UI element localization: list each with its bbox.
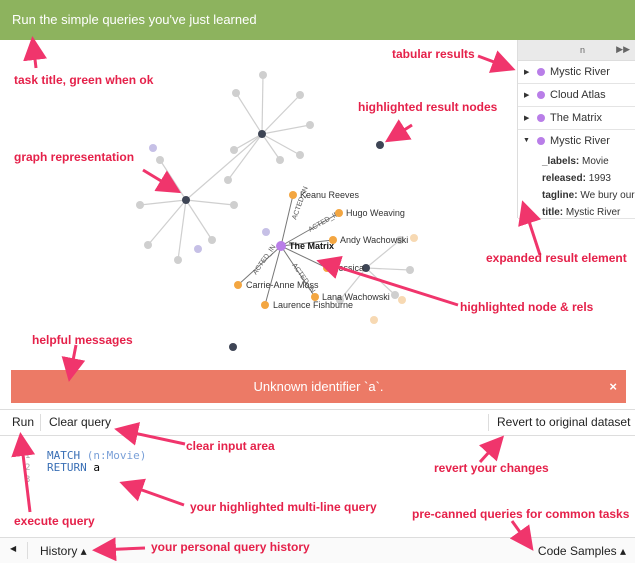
annotation-clear: clear input area	[186, 439, 275, 453]
annotation-result-nodes: highlighted result nodes	[358, 100, 498, 114]
line-number: 2	[25, 463, 31, 473]
expanded-result-row[interactable]: ▼ Mystic River _labels: Movie released: …	[518, 130, 635, 219]
annotation-task-title: task title, green when ok	[14, 73, 154, 87]
code-line: RETURN a	[47, 461, 100, 474]
history-button[interactable]: History ▴	[40, 544, 87, 558]
annotation-tabular: tabular results	[392, 47, 475, 61]
property-key: title:	[542, 207, 564, 218]
fast-forward-icon[interactable]: ▶▶	[616, 44, 630, 55]
node-label: The Matrix	[289, 241, 334, 251]
expand-triangle-icon[interactable]: ▶	[524, 114, 529, 122]
query-toolbar: Run Clear query Revert to original datas…	[0, 409, 635, 436]
property-value: We bury our	[580, 190, 635, 201]
results-table: n ▶▶ ▶ Mystic River ▶ Cloud Atlas ▶ The …	[517, 40, 635, 219]
annotation-revert: revert your changes	[434, 461, 549, 475]
clear-query-button[interactable]: Clear query	[49, 410, 111, 435]
task-title: Run the simple queries you've just learn…	[12, 12, 257, 27]
revert-dataset-button[interactable]: Revert to original dataset	[497, 410, 630, 435]
node-label: Andy Wachowski	[340, 235, 408, 245]
node-label: Jessica	[334, 263, 364, 273]
result-property: title: Mystic River	[542, 207, 620, 218]
result-property: _labels: Movie	[542, 156, 609, 167]
cypher-keyword: RETURN	[47, 461, 87, 474]
node-label: Carrie-Anne Moss	[246, 280, 319, 290]
run-button[interactable]: Run	[12, 410, 34, 435]
property-key: tagline:	[542, 190, 578, 201]
property-key: released:	[542, 173, 586, 184]
graph-node[interactable]	[258, 130, 266, 138]
property-key: _labels:	[542, 156, 580, 167]
annotation-expanded: expanded result element	[486, 251, 627, 265]
annotation-node-rels: highlighted node & rels	[460, 300, 594, 314]
bottom-bar: ◀ History ▴ Code Samples ▴	[0, 537, 635, 563]
results-header: n ▶▶	[518, 40, 635, 61]
highlighted-movie-node[interactable]	[276, 241, 286, 251]
annotation-graph: graph representation	[14, 150, 135, 164]
line-number: 1	[25, 451, 31, 461]
graph-node[interactable]	[182, 196, 190, 204]
node-label: Laurence Fishburne	[273, 300, 353, 310]
collapse-triangle-icon[interactable]: ▼	[523, 137, 530, 144]
error-message: Unknown identifier `a`.	[253, 379, 384, 394]
person-node	[335, 209, 343, 217]
expand-triangle-icon[interactable]: ▶	[524, 91, 529, 99]
result-row-label: The Matrix	[550, 112, 602, 124]
result-row-label: Mystic River	[550, 66, 610, 78]
property-value: Mystic River	[565, 207, 621, 218]
person-node	[323, 264, 331, 272]
annotation-multiline: your highlighted multi-line query	[190, 500, 377, 514]
annotation-execute: execute query	[14, 514, 95, 528]
result-property: tagline: We bury our	[542, 190, 635, 201]
result-row[interactable]: ▶ Mystic River	[518, 61, 635, 84]
code-samples-button[interactable]: Code Samples ▴	[538, 544, 626, 558]
result-row-label: Cloud Atlas	[550, 89, 606, 101]
node-label: Hugo Weaving	[346, 208, 405, 218]
task-title-bar: Run the simple queries you've just learn…	[0, 0, 635, 40]
movie-node-dot	[537, 114, 545, 122]
highlighted-result-node[interactable]	[229, 343, 237, 351]
query-editor[interactable]: 1 2 3 MATCH (n:Movie) RETURN a	[0, 436, 635, 536]
node-label: Keanu Reeves	[300, 190, 360, 200]
annotation-history: your personal query history	[151, 540, 310, 554]
expand-triangle-icon[interactable]: ▶	[524, 68, 529, 76]
collapse-left-icon[interactable]: ◀	[10, 544, 16, 553]
bottom-divider	[27, 542, 28, 559]
result-row[interactable]: ▶ The Matrix	[518, 107, 635, 130]
line-number: 3	[25, 475, 31, 485]
results-column-header: n	[580, 45, 586, 55]
person-node	[289, 191, 297, 199]
result-property: released: 1993	[542, 173, 611, 184]
toolbar-divider	[488, 414, 489, 431]
movie-node-dot	[537, 91, 545, 99]
person-node	[261, 301, 269, 309]
close-icon[interactable]: ×	[609, 370, 617, 403]
property-value: 1993	[588, 173, 611, 184]
annotation-helpful: helpful messages	[32, 333, 133, 347]
movie-node-dot	[537, 68, 545, 76]
result-row[interactable]: ▶ Cloud Atlas	[518, 84, 635, 107]
toolbar-divider	[40, 414, 41, 431]
result-row-label: Mystic River	[550, 135, 610, 147]
movie-node-dot	[537, 137, 545, 145]
highlighted-result-node[interactable]	[376, 141, 384, 149]
cypher-identifier: a	[93, 461, 100, 474]
error-message-bar: Unknown identifier `a`. ×	[11, 370, 626, 403]
annotation-precanned: pre-canned queries for common tasks	[412, 507, 630, 521]
property-value: Movie	[582, 156, 609, 167]
person-node	[234, 281, 242, 289]
